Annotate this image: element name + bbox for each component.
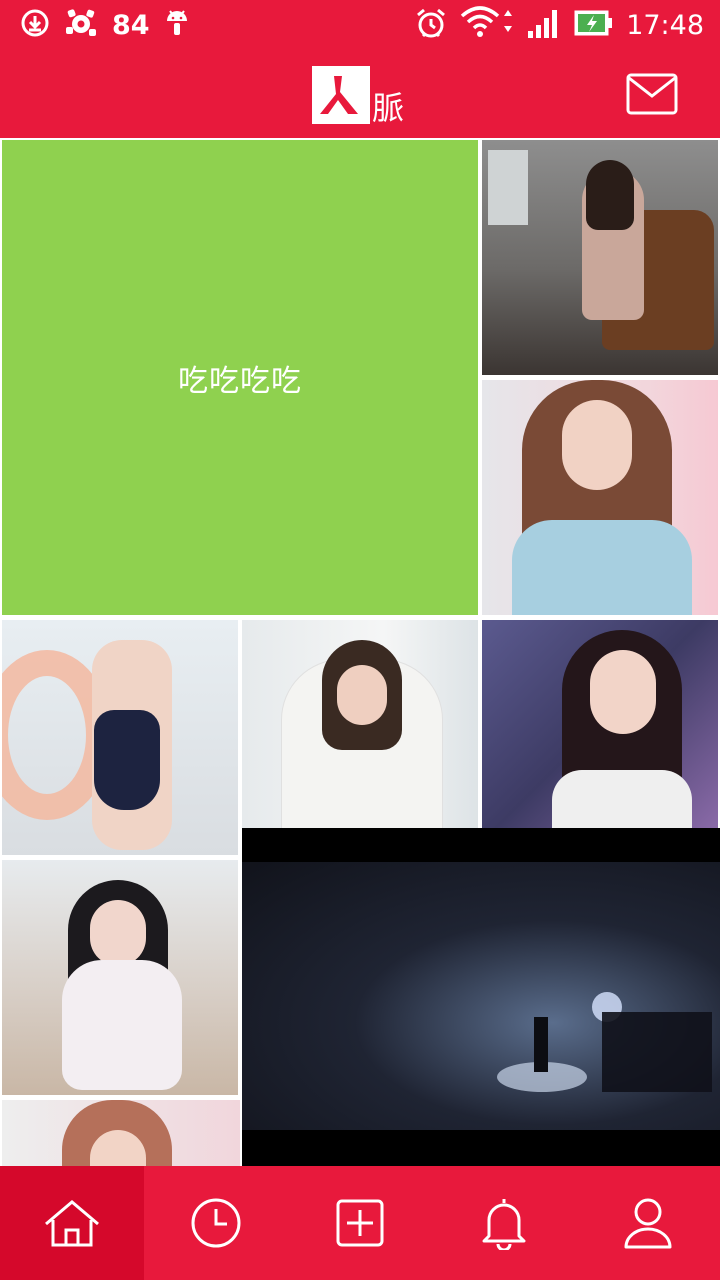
text-post-tile[interactable]: 吃吃吃吃 [2,140,478,615]
status-bar-right: 17:48 [414,6,704,44]
nav-recent[interactable] [144,1166,288,1280]
battery-icon [574,8,614,42]
photo-face [562,400,632,490]
photo-post-tile[interactable] [482,380,718,615]
download-icon [20,8,50,42]
status-bar: 84 17:48 [0,0,720,50]
photo-outfit [62,960,182,1090]
user-icon [624,1198,672,1249]
photo-face [90,900,146,966]
text-post-content: 吃吃吃吃 [178,363,302,399]
photo-cardigan [512,520,692,615]
bottom-nav [0,1166,720,1280]
photo-hair [586,160,634,230]
nav-add[interactable] [288,1166,432,1280]
app-header: 脈 [0,50,720,138]
photo-face [337,665,387,725]
logo-mark [312,66,370,124]
mail-button[interactable] [626,72,678,116]
photo-window [488,150,528,225]
video-post-tile[interactable] [242,828,720,1166]
stage-performer [534,1017,548,1072]
app-logo: 脈 [312,66,404,127]
alarm-icon [414,6,448,44]
plus-square-icon [336,1199,384,1247]
photo-post-tile[interactable] [2,1100,240,1166]
feed-grid: 吃吃吃吃 [0,138,720,1166]
home-icon [45,1200,99,1247]
photo-post-tile[interactable] [482,140,718,375]
photo-post-tile[interactable] [482,620,718,828]
notification-count: 84 [112,9,150,41]
clock-icon [191,1198,241,1248]
photo-face [590,650,656,734]
wifi-icon [460,6,514,44]
clock-time: 17:48 [626,9,704,41]
bell-icon [482,1199,526,1250]
photo-post-tile[interactable] [2,860,238,1095]
video-frame [242,862,720,1130]
photo-swimsuit [94,710,160,810]
logo-text: 脈 [372,89,405,127]
nav-notifications[interactable] [432,1166,576,1280]
photo-top [552,770,692,828]
stage-equipment [602,1012,712,1092]
signal-icon [526,7,562,43]
photo-post-tile[interactable] [2,620,238,855]
android-icon [164,7,190,43]
nav-profile[interactable] [576,1166,720,1280]
mail-icon [626,73,678,115]
photo-post-tile[interactable] [242,620,478,828]
nav-home[interactable] [0,1166,144,1280]
status-bar-left: 84 [20,8,190,42]
virus-icon [64,7,98,43]
